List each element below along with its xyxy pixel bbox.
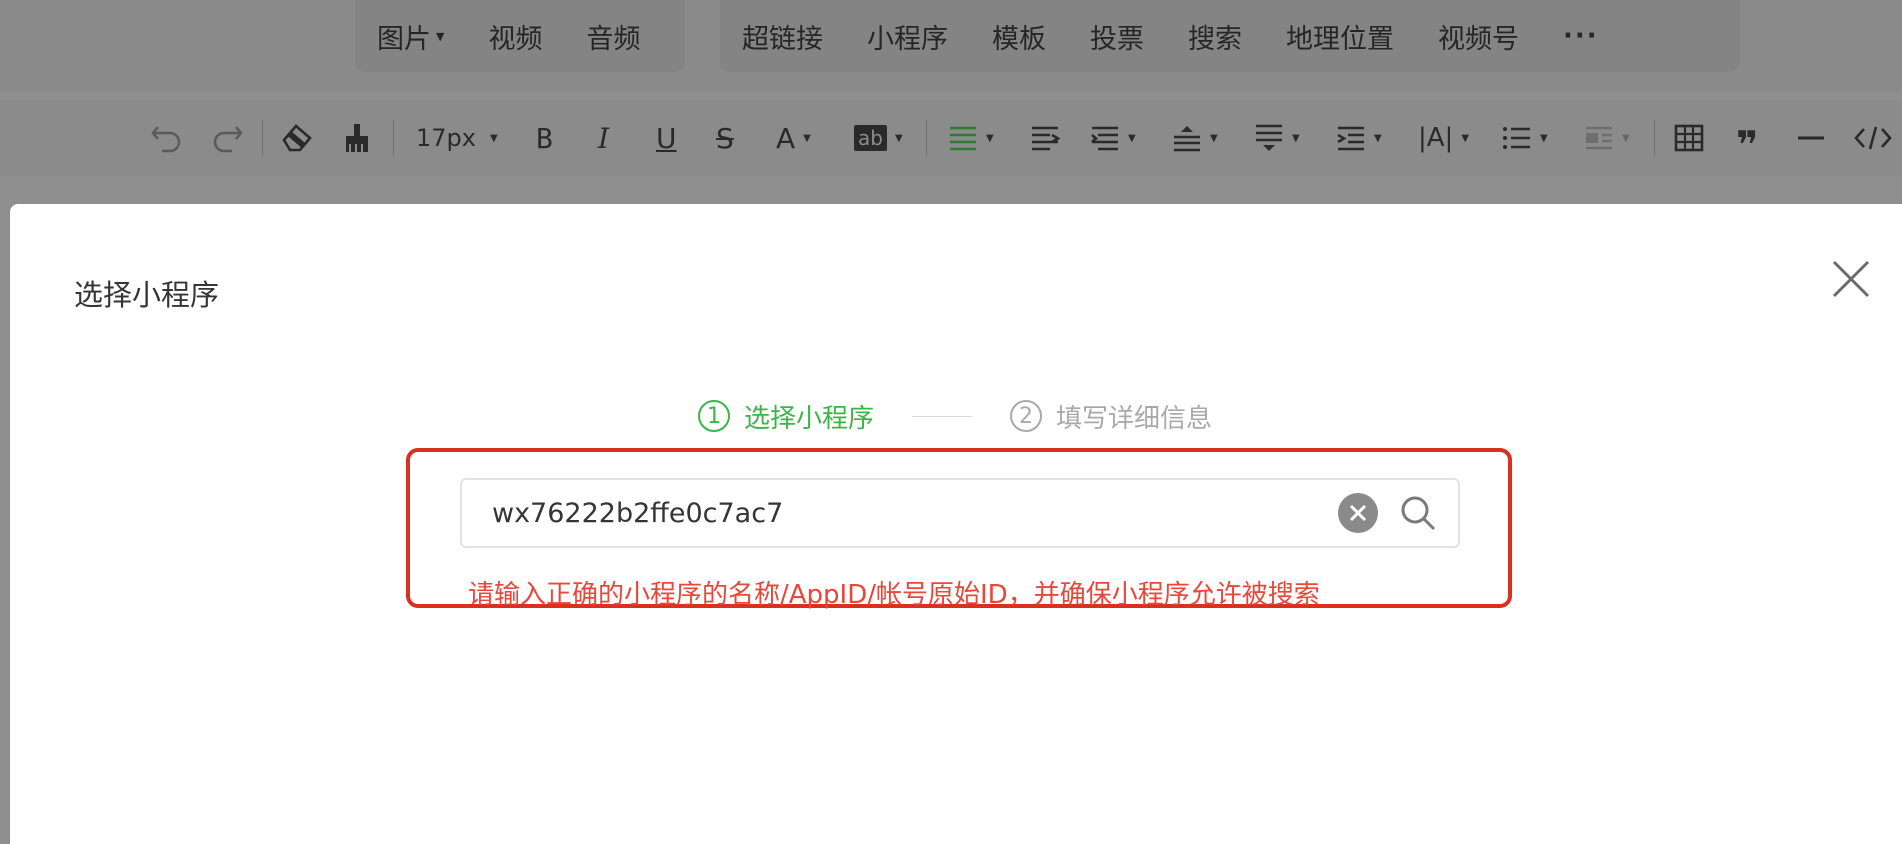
font-size-select[interactable]: 17px ▼ [416, 118, 498, 158]
insert-search-button[interactable]: 搜索 [1166, 17, 1264, 56]
divider [926, 120, 927, 156]
insert-location-button[interactable]: 地理位置 [1264, 17, 1416, 56]
chevron-down-icon: ▼ [1461, 132, 1470, 144]
chevron-down-icon: ▼ [1622, 132, 1630, 144]
insert-vote-button[interactable]: 投票 [1068, 17, 1166, 56]
spacing-after-icon [1337, 126, 1364, 151]
spacing-before-icon [1256, 124, 1282, 151]
divider [1654, 120, 1655, 156]
step-2: 2 填写详细信息 [1010, 398, 1212, 435]
code-button[interactable] [1854, 118, 1892, 158]
clear-icon [1349, 504, 1367, 522]
chevron-down-icon: ▼ [986, 132, 994, 144]
divider-icon [1798, 136, 1824, 140]
insert-miniprogram-button[interactable]: 小程序 [845, 17, 970, 56]
justify-icon [1091, 126, 1118, 151]
insert-video-button[interactable]: 视频 [466, 17, 564, 56]
insert-content-group: 超链接 小程序 模板 投票 搜索 地理位置 视频号 ··· [720, 0, 1740, 72]
step-label: 填写详细信息 [1056, 403, 1213, 434]
divider-button[interactable] [1796, 118, 1826, 158]
insert-hyperlink-button[interactable]: 超链接 [720, 17, 845, 56]
error-message: 请输入正确的小程序的名称/AppID/帐号原始ID，并确保小程序允许被搜索 [468, 580, 1320, 610]
step-number: 2 [1010, 400, 1043, 432]
float-icon [1586, 126, 1612, 150]
close-icon [1832, 260, 1870, 298]
bullet-list-button[interactable]: ▼ [1502, 118, 1548, 158]
float-button[interactable]: ▼ [1584, 118, 1630, 158]
highlight-icon: ab [854, 125, 887, 151]
bold-button[interactable]: B [536, 118, 553, 158]
vertical-align-icon [1174, 126, 1200, 152]
divider [262, 120, 263, 156]
insert-media-group: 图片 ▼ 视频 音频 [355, 0, 685, 72]
search-button[interactable] [1398, 493, 1438, 533]
justify-button[interactable]: ▼ [1090, 118, 1136, 158]
align-left-icon [950, 126, 976, 151]
underline-button[interactable]: U [656, 118, 677, 158]
highlight-button[interactable]: ab ▼ [854, 118, 903, 158]
chevron-down-icon: ▼ [1292, 132, 1300, 144]
insert-channels-button[interactable]: 视频号 [1416, 17, 1541, 56]
font-size-value: 17px [416, 124, 476, 152]
align-left-button[interactable]: ▼ [948, 118, 994, 158]
table-button[interactable] [1674, 118, 1704, 158]
insert-image-button[interactable]: 图片 ▼ [355, 17, 466, 56]
chevron-down-icon: ▼ [1128, 132, 1136, 144]
close-button[interactable] [1828, 256, 1874, 302]
spacing-before-button[interactable]: ▼ [1254, 118, 1300, 158]
font-color-button[interactable]: A ▼ [776, 118, 811, 158]
underline-icon: U [656, 121, 677, 155]
quote-icon: ❞ [1736, 123, 1759, 167]
chevron-down-icon: ▼ [803, 132, 811, 144]
step-connector [912, 415, 973, 417]
bullet-list-icon [1503, 127, 1530, 149]
clear-button[interactable] [1338, 493, 1378, 533]
step-1: 1 选择小程序 [698, 398, 874, 435]
italic-icon: I [598, 121, 610, 155]
insert-audio-label: 音频 [586, 23, 641, 55]
strikethrough-icon: S [716, 121, 734, 155]
table-icon [1674, 124, 1704, 152]
chevron-down-icon: ▼ [1374, 132, 1382, 144]
quote-button[interactable]: ❞ [1736, 118, 1759, 167]
step-label: 选择小程序 [744, 403, 875, 434]
more-icon[interactable]: ··· [1541, 21, 1621, 51]
chevron-down-icon: ▼ [894, 132, 903, 144]
indent-icon [1032, 126, 1060, 151]
search-input[interactable] [462, 480, 1338, 546]
letter-spacing-button[interactable]: |A| ▼ [1418, 118, 1469, 158]
chevron-down-icon: ▼ [489, 132, 498, 144]
undo-icon[interactable] [150, 118, 184, 158]
insert-audio-button[interactable]: 音频 [564, 17, 662, 56]
insert-video-label: 视频 [488, 23, 543, 55]
dialog-title: 选择小程序 [74, 278, 220, 312]
insert-template-button[interactable]: 模板 [970, 17, 1068, 56]
miniprogram-search-field [460, 478, 1460, 548]
eraser-icon[interactable] [280, 118, 314, 158]
bold-icon: B [536, 121, 553, 155]
redo-icon[interactable] [210, 118, 244, 158]
insert-image-label: 图片 [377, 23, 431, 55]
letter-spacing-icon: |A| [1418, 123, 1454, 153]
search-icon [1401, 496, 1436, 531]
font-color-icon: A [776, 121, 796, 155]
code-icon [1854, 126, 1892, 150]
indent-button[interactable] [1030, 118, 1060, 158]
chevron-down-icon: ▼ [1210, 132, 1218, 144]
spacing-after-button[interactable]: ▼ [1336, 118, 1382, 158]
insert-toolbar: 图片 ▼ 视频 音频 超链接 小程序 模板 投票 搜索 地理位置 视频号 ··· [0, 0, 1902, 92]
format-painter-icon[interactable] [342, 118, 372, 158]
divider [393, 120, 394, 156]
chevron-down-icon: ▼ [1540, 132, 1548, 144]
italic-button[interactable]: I [598, 118, 609, 158]
vertical-align-button[interactable]: ▼ [1172, 118, 1218, 158]
step-indicator: 1 选择小程序 2 填写详细信息 [698, 396, 1212, 436]
step-number: 1 [698, 400, 730, 432]
chevron-down-icon: ▼ [436, 29, 445, 43]
strikethrough-button[interactable]: S [716, 118, 734, 158]
